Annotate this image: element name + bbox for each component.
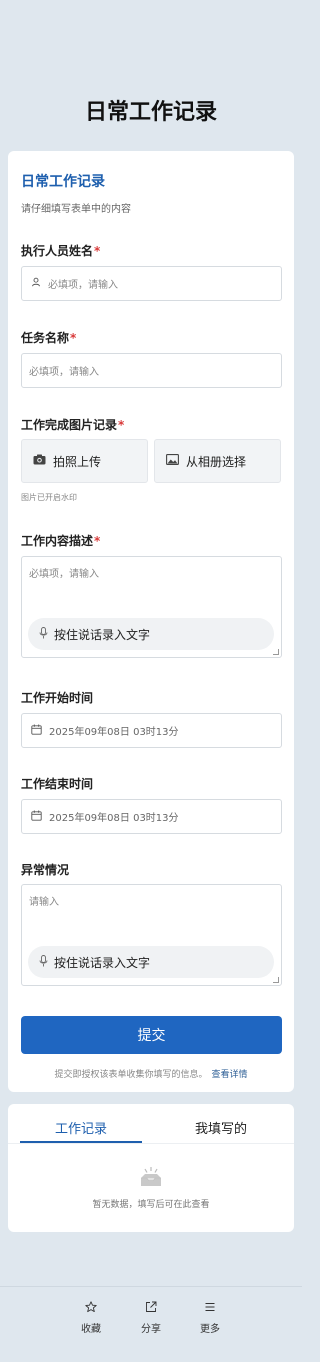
empty-state-text: 暂无数据，填写后可在此查看 — [92, 1200, 210, 1210]
name-label: 执行人员姓名* — [21, 244, 101, 258]
required-mark: * — [94, 244, 101, 258]
favorite-button[interactable]: 收藏 — [71, 1301, 111, 1335]
name-input[interactable]: 必填项，请输入 — [21, 266, 282, 301]
empty-inbox-icon — [140, 1166, 162, 1188]
voice-input-button[interactable]: 按住说话录入文字 — [28, 946, 274, 978]
camera-icon — [33, 454, 46, 468]
share-button[interactable]: 分享 — [131, 1301, 171, 1335]
records-card: 工作记录 我填写的 暂无数据，填写后可在此查看 — [8, 1104, 294, 1232]
tab-my-submissions[interactable]: 我填写的 — [160, 1118, 282, 1137]
exception-placeholder: 请输入 — [29, 897, 59, 908]
calendar-icon — [31, 724, 42, 738]
share-icon — [131, 1301, 171, 1317]
menu-icon — [190, 1301, 230, 1317]
divider — [8, 1143, 294, 1144]
star-icon — [71, 1301, 111, 1317]
required-mark: * — [70, 331, 77, 345]
start-time-value: 2025年09年08日 03时13分 — [49, 727, 179, 738]
resize-handle[interactable] — [273, 649, 279, 655]
microphone-icon — [39, 626, 48, 642]
task-label: 任务名称* — [21, 331, 77, 345]
content-placeholder: 必填项，请输入 — [29, 569, 99, 580]
image-icon — [166, 454, 179, 468]
end-time-picker[interactable]: 2025年09年08日 03时13分 — [21, 799, 282, 834]
tab-work-records[interactable]: 工作记录 — [20, 1118, 142, 1137]
form-card: 日常工作记录 请仔细填写表单中的内容 执行人员姓名* 必填项，请输入 任务名称*… — [8, 151, 294, 1092]
calendar-icon — [31, 810, 42, 824]
page-title: 日常工作记录 — [84, 100, 217, 125]
end-time-value: 2025年09年08日 03时13分 — [49, 813, 179, 824]
name-placeholder: 必填项，请输入 — [48, 280, 118, 291]
form-title: 日常工作记录 — [21, 174, 105, 190]
album-select-button[interactable]: 从相册选择 — [154, 439, 281, 483]
consent-note: 提交即授权该表单收集你填写的信息。 查看详情 — [54, 1070, 248, 1080]
photo-label: 工作完成图片记录* — [21, 418, 125, 432]
content-label: 工作内容描述* — [21, 534, 101, 548]
exception-textarea[interactable]: 请输入 按住说话录入文字 — [21, 884, 282, 986]
voice-input-button[interactable]: 按住说话录入文字 — [28, 618, 274, 650]
end-time-label: 工作结束时间 — [21, 777, 94, 791]
microphone-icon — [39, 954, 48, 970]
more-button[interactable]: 更多 — [190, 1301, 230, 1335]
person-icon — [31, 277, 41, 290]
required-mark: * — [94, 534, 101, 548]
task-placeholder: 必填项，请输入 — [29, 367, 99, 378]
bottom-bar: 收藏 分享 更多 — [0, 1286, 302, 1362]
exception-label: 异常情况 — [21, 863, 70, 877]
required-mark: * — [118, 418, 125, 432]
content-textarea[interactable]: 必填项，请输入 按住说话录入文字 — [21, 556, 282, 658]
view-details-link[interactable]: 查看详情 — [212, 1070, 248, 1080]
watermark-hint: 图片已开启水印 — [21, 493, 77, 502]
task-input[interactable]: 必填项，请输入 — [21, 353, 282, 388]
submit-button[interactable]: 提交 — [21, 1016, 282, 1054]
camera-upload-button[interactable]: 拍照上传 — [21, 439, 148, 483]
start-time-picker[interactable]: 2025年09年08日 03时13分 — [21, 713, 282, 748]
resize-handle[interactable] — [273, 977, 279, 983]
start-time-label: 工作开始时间 — [21, 691, 94, 705]
form-description: 请仔细填写表单中的内容 — [21, 204, 131, 215]
